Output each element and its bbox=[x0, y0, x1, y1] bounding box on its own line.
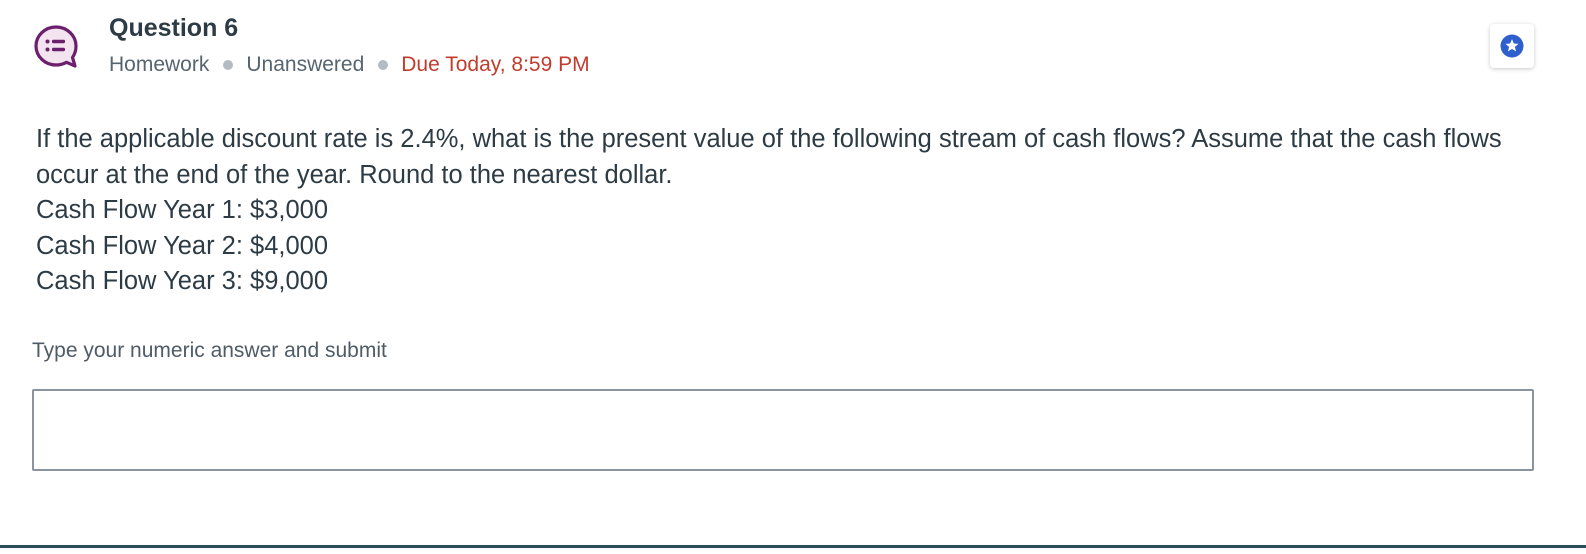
question-title: Question 6 bbox=[109, 14, 239, 42]
bookmark-star-button[interactable] bbox=[1490, 24, 1534, 68]
cash-flow-line: Cash Flow Year 2: $4,000 bbox=[36, 231, 329, 260]
question-body: If the applicable discount rate is 2.4%,… bbox=[36, 122, 1551, 300]
answer-status: Unanswered bbox=[246, 53, 365, 76]
bottom-divider bbox=[0, 545, 1586, 548]
question-prompt: If the applicable discount rate is 2.4%,… bbox=[36, 125, 1502, 189]
discussion-list-icon bbox=[34, 25, 78, 68]
question-meta: Homework Unanswered Due Today, 8:59 PM bbox=[109, 50, 590, 80]
star-icon bbox=[1500, 34, 1524, 58]
cash-flow-line: Cash Flow Year 1: $3,000 bbox=[36, 196, 329, 224]
numeric-answer-input[interactable] bbox=[32, 389, 1534, 471]
separator-dot-icon bbox=[223, 60, 234, 70]
separator-dot-icon bbox=[378, 60, 389, 70]
due-date: Due Today, 8:59 PM bbox=[401, 53, 590, 76]
answer-label: Type your numeric answer and submit bbox=[32, 339, 387, 362]
assignment-type: Homework bbox=[109, 53, 210, 76]
cash-flow-line: Cash Flow Year 3: $9,000 bbox=[36, 267, 329, 295]
